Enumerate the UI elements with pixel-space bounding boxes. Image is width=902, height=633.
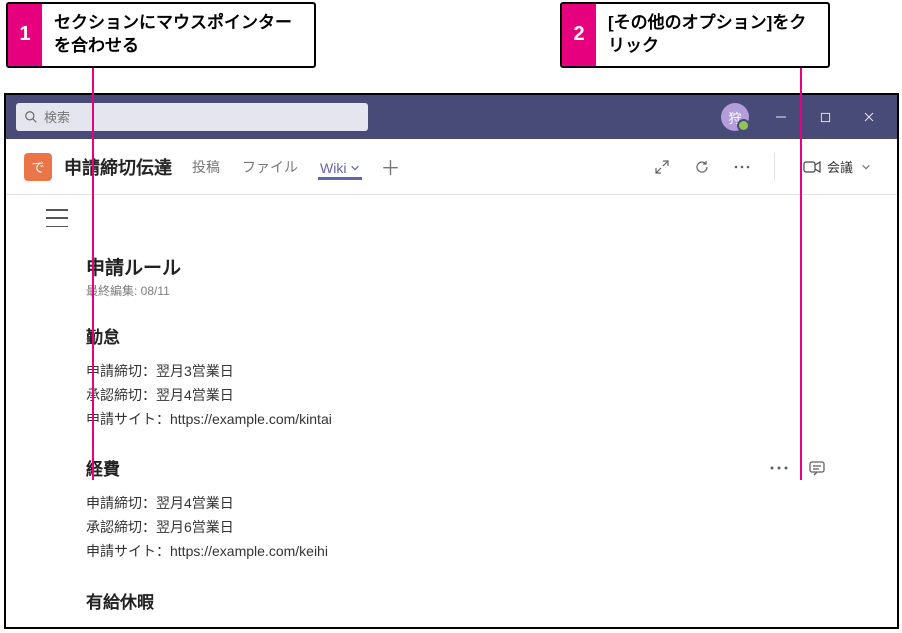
meet-button[interactable]: 会議	[795, 153, 879, 180]
section-line: 承認締切：翌月6営業日	[86, 516, 869, 540]
callout-text: セクションにマウスポインターを合わせる	[42, 4, 314, 66]
expand-button[interactable]	[650, 155, 674, 179]
wiki-section[interactable]: 勤怠申請締切：翌月3営業日承認締切：翌月4営業日申請サイト：https://ex…	[86, 323, 869, 431]
section-conversation-button[interactable]	[805, 456, 829, 480]
wiki-content: 申請ルール 最終編集: 08/11 勤怠申請締切：翌月3営業日承認締切：翌月4営…	[86, 205, 869, 613]
callout-2: 2 [その他のオプション]をクリック	[560, 2, 830, 68]
video-icon	[803, 160, 821, 174]
section-more-options-button[interactable]	[767, 456, 791, 480]
section-header: 経費	[86, 455, 869, 480]
tab-wiki-label: Wiki	[320, 160, 346, 176]
chevron-down-icon	[350, 163, 360, 173]
hamburger-menu-button[interactable]	[46, 209, 68, 227]
tab-files[interactable]: ファイル	[240, 153, 300, 181]
wiki-page-title[interactable]: 申請ルール	[86, 253, 869, 280]
section-line: 承認締切：翌月4営業日	[86, 384, 869, 408]
section-line: 申請締切：翌月3営業日	[86, 360, 869, 384]
section-line: 申請サイト：https://example.com/kintai	[86, 408, 869, 432]
channel-name: 申請締切伝達	[64, 154, 172, 180]
search-icon	[24, 110, 38, 124]
wiki-body: 申請ルール 最終編集: 08/11 勤怠申請締切：翌月3営業日承認締切：翌月4営…	[6, 195, 897, 613]
header-actions: 会議	[650, 153, 879, 181]
leader-line-2	[800, 64, 802, 480]
section-content[interactable]: 申請締切：翌月3営業日承認締切：翌月4営業日申請サイト：https://exam…	[86, 360, 869, 431]
callout-1: 1 セクションにマウスポインターを合わせる	[6, 2, 316, 68]
section-content[interactable]: 申請締切：翌月4営業日承認締切：翌月6営業日申請サイト：https://exam…	[86, 492, 869, 563]
tab-posts[interactable]: 投稿	[190, 153, 222, 181]
titlebar: 狩	[6, 95, 897, 139]
callout-text: [その他のオプション]をクリック	[596, 4, 828, 66]
window-minimize-button[interactable]	[759, 95, 803, 139]
leader-line-1	[92, 64, 94, 480]
window-close-button[interactable]	[847, 95, 891, 139]
wiki-section[interactable]: 有給休暇	[86, 588, 869, 613]
chevron-down-icon	[861, 162, 871, 172]
add-tab-button[interactable]: ＋	[380, 152, 400, 181]
section-line: 申請サイト：https://example.com/keihi	[86, 540, 869, 564]
callout-number: 1	[8, 4, 42, 66]
tab-wiki[interactable]: Wiki	[318, 156, 362, 180]
tab-strip: 投稿 ファイル Wiki ＋	[190, 152, 400, 181]
avatar[interactable]: 狩	[721, 103, 749, 131]
section-header: 有給休暇	[86, 588, 869, 613]
meet-label: 会議	[827, 157, 853, 176]
section-line: 申請締切：翌月4営業日	[86, 492, 869, 516]
callout-number: 2	[562, 4, 596, 66]
last-edited-label: 最終編集: 08/11	[86, 282, 869, 299]
wiki-section[interactable]: 経費申請締切：翌月4営業日承認締切：翌月6営業日申請サイト：https://ex…	[86, 455, 869, 563]
window-maximize-button[interactable]	[803, 95, 847, 139]
section-header: 勤怠	[86, 323, 869, 348]
team-avatar[interactable]: で	[24, 153, 52, 181]
more-options-button[interactable]	[730, 155, 754, 179]
channel-header: で 申請締切伝達 投稿 ファイル Wiki ＋ 会議	[6, 139, 897, 195]
search-box[interactable]	[16, 103, 368, 131]
section-title[interactable]: 有給休暇	[86, 588, 154, 613]
teams-window: 狩 で 申請締切伝達 投稿 ファイル Wiki ＋	[4, 93, 899, 629]
section-actions	[767, 456, 829, 480]
refresh-button[interactable]	[690, 155, 714, 179]
divider	[774, 153, 775, 181]
